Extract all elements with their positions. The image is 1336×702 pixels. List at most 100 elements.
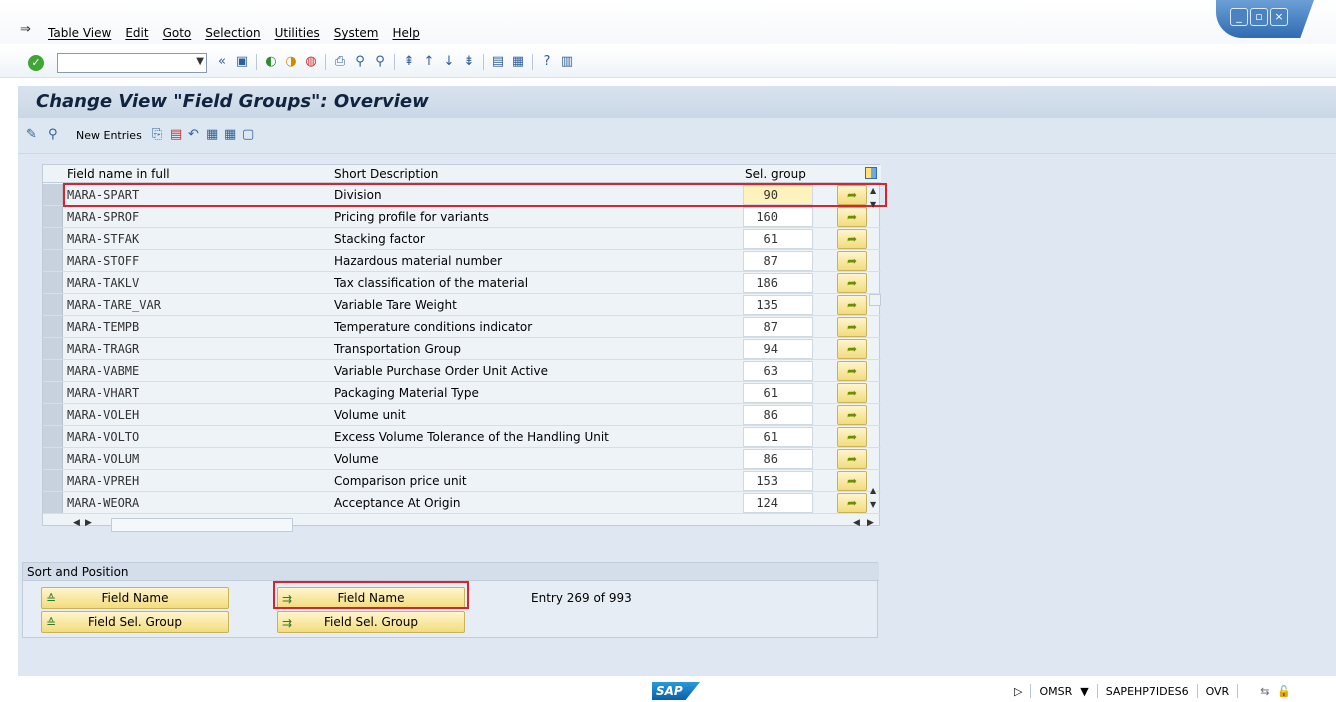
scroll-up-icon[interactable]: ▲ — [870, 486, 876, 495]
enter-icon[interactable]: ✓ — [28, 55, 44, 71]
save-icon[interactable]: ▣ — [234, 54, 250, 70]
collapse-icon[interactable]: « — [214, 54, 230, 70]
column-short-description[interactable]: Short Description — [334, 167, 438, 181]
lock-icon[interactable]: 🔓 — [1277, 685, 1291, 698]
undo-icon[interactable]: ↶ — [188, 127, 199, 142]
scroll-track[interactable] — [111, 518, 293, 532]
row-selector[interactable] — [43, 360, 63, 381]
column-sel-group[interactable]: Sel. group — [745, 167, 806, 181]
row-selector[interactable] — [43, 426, 63, 447]
minimize-icon[interactable]: _ — [1230, 8, 1248, 26]
chevron-down-icon[interactable]: ▼ — [196, 56, 204, 67]
menu-table-view[interactable]: Table View — [48, 26, 111, 40]
row-selector[interactable] — [43, 492, 63, 513]
detail-button[interactable]: ➦ — [837, 405, 867, 425]
create-session-icon[interactable]: ▤ — [490, 54, 506, 70]
menu-selection[interactable]: Selection — [205, 26, 260, 40]
back-icon[interactable]: ◐ — [263, 54, 279, 70]
row-selector[interactable] — [43, 206, 63, 227]
scroll-left-icon[interactable]: ◀ — [73, 518, 80, 528]
find-next-icon[interactable]: ⚲ — [372, 54, 388, 70]
sel-group-input[interactable]: 87 — [743, 251, 813, 271]
row-selector[interactable] — [43, 250, 63, 271]
detail-button[interactable]: ➦ — [837, 317, 867, 337]
detail-button[interactable]: ➦ — [837, 295, 867, 315]
scroll-down-icon[interactable]: ▼ — [870, 500, 876, 509]
sel-group-input[interactable]: 124 — [743, 493, 813, 513]
shortcut-icon[interactable]: ▦ — [510, 54, 526, 70]
menu-help[interactable]: Help — [393, 26, 420, 40]
row-selector[interactable] — [43, 470, 63, 491]
detail-button[interactable]: ➦ — [837, 493, 867, 513]
sel-group-input[interactable]: 86 — [743, 449, 813, 469]
table-settings-icon[interactable] — [865, 167, 877, 179]
row-selector[interactable] — [43, 272, 63, 293]
input-mode[interactable]: OVR — [1206, 685, 1230, 698]
find-icon[interactable]: ⚲ — [352, 54, 368, 70]
exit-icon[interactable]: ◑ — [283, 54, 299, 70]
row-selector[interactable] — [43, 184, 63, 205]
sel-group-input[interactable]: 61 — [743, 229, 813, 249]
menu-edit[interactable]: Edit — [125, 26, 148, 40]
scroll-thumb[interactable] — [869, 294, 881, 306]
scroll-right-icon[interactable]: ▶ — [85, 518, 92, 528]
sel-group-input[interactable]: 86 — [743, 405, 813, 425]
sel-group-input[interactable]: 135 — [743, 295, 813, 315]
sel-group-input[interactable]: 153 — [743, 471, 813, 491]
position-field-sel-group-button[interactable]: ⇉ Field Sel. Group — [277, 611, 465, 633]
first-page-icon[interactable]: ⇞ — [401, 54, 417, 70]
detail-button[interactable]: ➦ — [837, 229, 867, 249]
scroll-down-icon[interactable]: ▼ — [870, 200, 876, 209]
layout-icon[interactable]: ▥ — [559, 54, 575, 70]
detail-button[interactable]: ➦ — [837, 427, 867, 447]
sel-group-input[interactable]: 94 — [743, 339, 813, 359]
menu-exit-icon[interactable]: ⇒ — [20, 22, 31, 37]
detail-button[interactable]: ➦ — [837, 251, 867, 271]
copy-icon[interactable]: ⎘ — [152, 127, 162, 142]
column-field-name[interactable]: Field name in full — [67, 167, 170, 181]
sort-field-name-button[interactable]: ≙ Field Name — [41, 587, 229, 609]
status-expand-icon[interactable]: ▷ — [1014, 685, 1022, 698]
row-selector[interactable] — [43, 294, 63, 315]
detail-button[interactable]: ➦ — [837, 273, 867, 293]
scroll-left-icon[interactable]: ◀ — [853, 518, 860, 528]
chevron-down-icon[interactable]: ▼ — [1080, 685, 1088, 698]
scroll-right-icon[interactable]: ▶ — [867, 518, 874, 528]
sel-group-input[interactable]: 61 — [743, 383, 813, 403]
detail-button[interactable]: ➦ — [837, 471, 867, 491]
detail-button[interactable]: ➦ — [837, 361, 867, 381]
cancel-icon[interactable]: ◍ — [303, 54, 319, 70]
sort-field-sel-group-button[interactable]: ≙ Field Sel. Group — [41, 611, 229, 633]
close-icon[interactable]: × — [1270, 8, 1288, 26]
vertical-scrollbar[interactable]: ▲ ▼ ▲ ▼ — [869, 184, 881, 514]
previous-page-icon[interactable]: ↑ — [421, 54, 437, 70]
menu-utilities[interactable]: Utilities — [275, 26, 320, 40]
sel-group-input[interactable]: 186 — [743, 273, 813, 293]
detail-button[interactable]: ➦ — [837, 383, 867, 403]
select-block-icon[interactable]: ▦ — [224, 127, 236, 142]
sel-group-input[interactable]: 63 — [743, 361, 813, 381]
detail-button[interactable]: ➦ — [837, 207, 867, 227]
menu-system[interactable]: System — [334, 26, 379, 40]
sel-group-input[interactable]: 87 — [743, 317, 813, 337]
find-icon[interactable]: ⚲ — [48, 127, 58, 142]
system-name[interactable]: OMSR — [1039, 685, 1072, 698]
print-icon[interactable]: ⎙ — [332, 54, 348, 70]
help-icon[interactable]: ? — [539, 54, 555, 70]
detail-button[interactable]: ➦ — [837, 339, 867, 359]
row-selector[interactable] — [43, 338, 63, 359]
last-page-icon[interactable]: ⇟ — [461, 54, 477, 70]
delete-icon[interactable]: ▤ — [170, 127, 182, 142]
row-selector[interactable] — [43, 382, 63, 403]
command-field[interactable]: ▼ — [57, 53, 207, 73]
sel-group-input[interactable]: 61 — [743, 427, 813, 447]
deselect-all-icon[interactable]: ▢ — [242, 127, 254, 142]
select-all-icon[interactable]: ▦ — [206, 127, 218, 142]
next-page-icon[interactable]: ↓ — [441, 54, 457, 70]
horizontal-scrollbar[interactable]: ◀ ▶ ◀ ▶ — [67, 517, 879, 533]
sel-group-input[interactable]: 160 — [743, 207, 813, 227]
row-selector[interactable] — [43, 448, 63, 469]
detail-button[interactable]: ➦ — [837, 449, 867, 469]
menu-goto[interactable]: Goto — [163, 26, 192, 40]
display-change-icon[interactable]: ✎ — [26, 127, 37, 142]
